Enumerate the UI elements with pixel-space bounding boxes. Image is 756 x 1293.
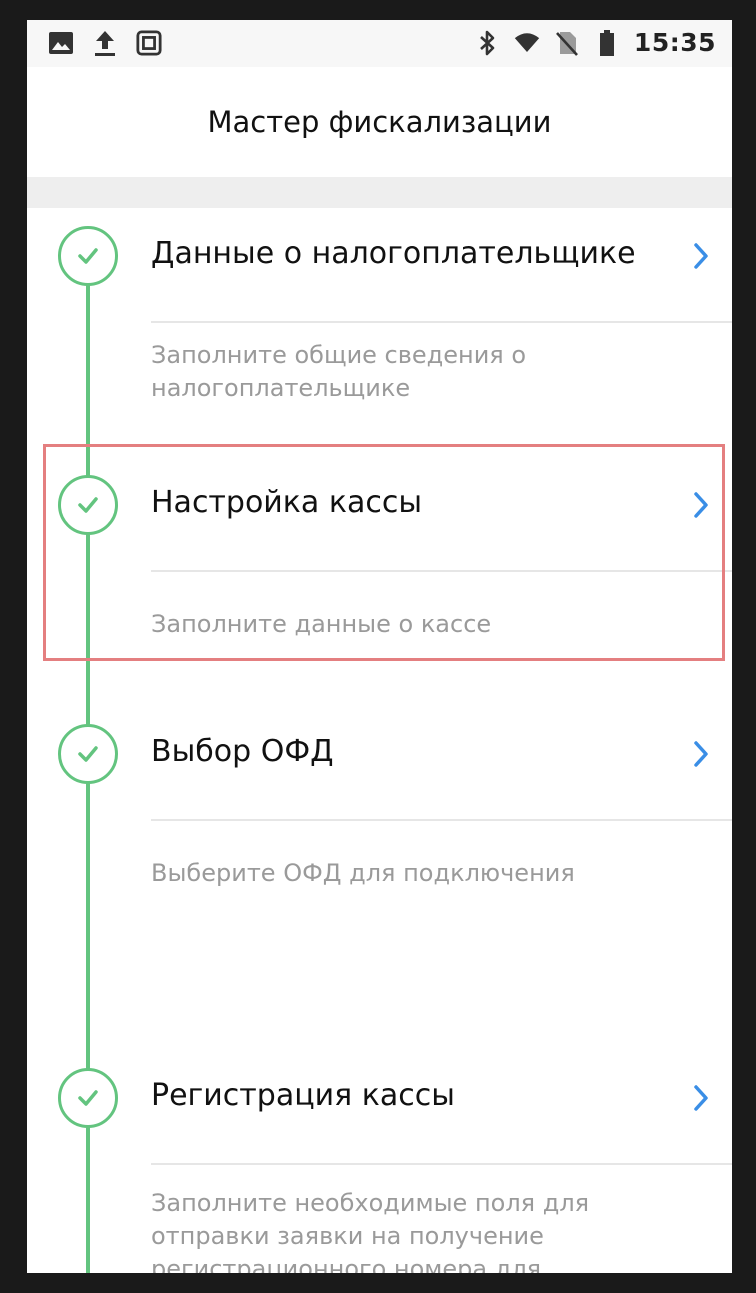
chevron-right-icon[interactable]	[690, 739, 712, 769]
step-separator	[151, 570, 732, 572]
check-icon	[58, 475, 118, 535]
step-title: Выбор ОФД	[151, 734, 334, 769]
check-icon	[58, 1068, 118, 1128]
chevron-right-icon[interactable]	[690, 241, 712, 271]
step-description: Заполните общие сведения о налогоплатель…	[151, 341, 527, 402]
step-separator	[151, 819, 732, 821]
step-cash-register-registration[interactable]: Регистрация кассы Заполните необходимые …	[27, 1051, 732, 1273]
step-description: Заполните необходимые поля для отправки …	[151, 1189, 590, 1273]
step-ofd-selection[interactable]: Выбор ОФД Выберите ОФД для подключения	[27, 707, 732, 1047]
check-icon	[58, 724, 118, 784]
status-time: 15:35	[633, 28, 716, 57]
step-title: Регистрация кассы	[151, 1078, 455, 1113]
app-bar: Мастер фискализации	[27, 67, 732, 177]
chevron-right-icon[interactable]	[690, 490, 712, 520]
step-title: Данные о налогоплательщике	[151, 236, 636, 271]
image-icon	[48, 29, 74, 57]
step-description: Выберите ОФД для подключения	[151, 859, 575, 887]
no-sim-icon	[554, 29, 580, 57]
phone-screen: 15:35 Мастер фискализации Данные о налог…	[27, 20, 732, 1273]
chevron-right-icon[interactable]	[690, 1083, 712, 1113]
step-title: Настройка кассы	[151, 485, 423, 520]
step-description: Заполните данные о кассе	[151, 610, 492, 638]
screen-frame-icon	[136, 29, 162, 57]
step-separator	[151, 1163, 732, 1165]
step-cash-register-setup[interactable]: Настройка кассы Заполните данные о кассе	[27, 458, 732, 706]
upload-icon	[92, 29, 118, 57]
page-title: Мастер фискализации	[207, 105, 552, 139]
fiscalization-steps: Данные о налогоплательщике Заполните общ…	[27, 208, 732, 1273]
step-taxpayer-data[interactable]: Данные о налогоплательщике Заполните общ…	[27, 208, 732, 456]
wifi-icon	[514, 29, 540, 57]
bluetooth-icon	[474, 29, 500, 57]
step-separator	[151, 321, 732, 323]
header-divider	[27, 177, 732, 208]
check-icon	[58, 226, 118, 286]
battery-icon	[594, 29, 620, 57]
status-bar: 15:35	[27, 20, 732, 67]
